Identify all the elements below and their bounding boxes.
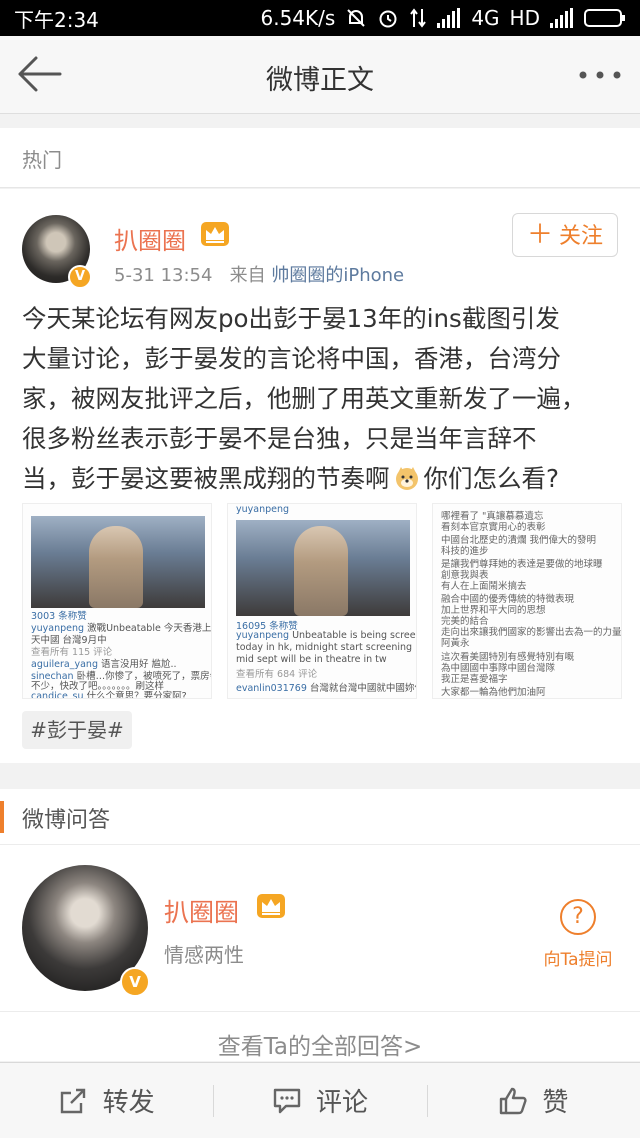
comment-text: 什么个意思？要分家阿? [86, 691, 187, 699]
post-text-line: 家，被网友批评之后，他删了用英文重新发了一遍， [22, 384, 586, 413]
qa-description: 情感两性 [164, 943, 244, 967]
weibo-qa-section: 微博问答 V 扒圈圈 情感两性 ? 向Ta提问 查看Ta的全部回答> [0, 789, 640, 1061]
repost-button[interactable]: 转发 [0, 1063, 213, 1138]
nav-bar: 微博正文 [0, 36, 640, 114]
post-username[interactable]: 扒圈圈 [114, 221, 186, 256]
post-text-line: 今天某论坛有网友po出彭于晏13年的ins截图引发 [22, 304, 560, 333]
comment-button[interactable]: 评论 [213, 1063, 426, 1138]
image-caption-text: Unbeatable is being screened [292, 630, 416, 641]
image-header-user: yuyanpeng [236, 504, 290, 515]
repost-icon [60, 1088, 85, 1113]
post-text-line: 大量讨论，彭于晏发的言论将中国，香港，台湾分 [22, 344, 561, 373]
crown-icon [201, 222, 229, 246]
thumbs-up-icon [500, 1087, 527, 1114]
page-title: 微博正文 [266, 65, 374, 96]
post-meta: 5-31 13:54 来自 帅圈圈的iPhone [114, 261, 404, 287]
signal-icon-2 [550, 8, 573, 28]
section-accent-bar [0, 801, 4, 833]
person-figure [294, 526, 348, 616]
topic-tag[interactable]: #彭于晏# [22, 711, 132, 749]
image-caption-user: yuyanpeng [236, 630, 290, 641]
status-bar: 下午2:34 6.54K/s 4G HD [0, 0, 640, 36]
post-text: 今天某论坛有网友po出彭于晏13年的ins截图引发 大量讨论，彭于晏发的言论将中… [22, 299, 622, 499]
repost-label: 转发 [102, 1088, 155, 1118]
battery-icon [584, 9, 625, 27]
signal-icon [437, 8, 461, 28]
post-text-segment: 当，彭于晏这要被黑成翔的节奏啊 [22, 464, 390, 493]
comment-text: 台灣就台灣中國就中國妳什麼 [309, 683, 416, 694]
network-type: 4G [471, 6, 500, 30]
comment-user: candice_su [31, 691, 84, 699]
image-view-comments: 查看所有 684 评论 [236, 669, 318, 680]
post-image[interactable]: 3003 条称赞 yuyanpeng 激戰Unbeatable 今天香港上映 明… [22, 503, 212, 699]
follow-button[interactable]: ＋关注 [512, 213, 618, 257]
qa-section-header: 微博问答 [0, 789, 640, 845]
plus-icon: ＋ [526, 220, 553, 250]
follow-label: 关注 [559, 224, 604, 249]
post-source[interactable]: 帅圈圈的iPhone [271, 265, 404, 286]
ask-label: 向Ta提问 [543, 950, 613, 970]
hot-label: 热门 [22, 148, 62, 172]
post-text-segment: 你们怎么看? [423, 464, 560, 493]
question-mark-icon: ? [560, 899, 596, 935]
verified-badge: V [68, 265, 92, 289]
comment-label: 评论 [315, 1088, 368, 1118]
weibo-post: V 扒圈圈 5-31 13:54 来自 帅圈圈的iPhone ＋关注 今天某论坛… [0, 189, 640, 763]
image-text-line: 看刻本官京實用心的表彰 [441, 522, 546, 533]
comment-user: evanlin031769 [236, 683, 307, 694]
post-image[interactable]: 哪裡看了 "真讓慕慕遺忘 看刻本官京實用心的表彰 中國台北歷史的潰爛 我們偉大的… [432, 503, 622, 699]
ask-question-button[interactable]: ? 向Ta提问 [536, 899, 620, 970]
hot-section-header: 热门 [0, 128, 640, 188]
like-label: 赞 [542, 1088, 569, 1118]
image-caption-2: today in hk, midnight start screening in… [236, 642, 416, 653]
hd-indicator: HD [509, 6, 540, 30]
person-figure [89, 526, 143, 608]
alarm-clock-icon [379, 10, 397, 28]
mute-bell-icon [347, 9, 366, 27]
verified-badge: V [120, 967, 150, 997]
image-comment: evanlin031769 台灣就台灣中國就中國妳什麼 [236, 680, 416, 694]
image-text-line: 科技的進步 [441, 546, 489, 557]
data-arrows-icon [410, 8, 427, 28]
divider [0, 1011, 640, 1012]
bottom-action-bar: 转发 评论 赞 [0, 1062, 640, 1138]
see-all-answers-link[interactable]: 查看Ta的全部回答> [0, 1027, 640, 1061]
image-text-line: 阿黃永 [441, 638, 470, 649]
qa-username[interactable]: 扒圈圈 [164, 893, 239, 929]
image-text-line: 我正是喜愛福字 [441, 674, 508, 685]
doge-emoji-icon [395, 467, 418, 490]
status-time: 下午2:34 [14, 7, 99, 32]
post-source-prefix: 来自 [229, 265, 266, 286]
crown-icon [257, 894, 285, 918]
post-images: 3003 条称赞 yuyanpeng 激戰Unbeatable 今天香港上映 明… [22, 503, 622, 699]
more-dots-icon[interactable] [578, 70, 622, 80]
network-speed: 6.54K/s [260, 6, 336, 30]
post-text-line: 很多粉丝表示彭于晏不是台独，只是当年言辞不 [22, 424, 537, 453]
qa-section-title: 微博问答 [22, 808, 111, 833]
image-caption-3: mid sept will be in theatre in tw [236, 654, 387, 665]
image-text-line: 大家都一輪為他們加油阿 [441, 687, 546, 698]
post-text-line: 当，彭于晏这要被黑成翔的节奏啊 你们怎么看? [22, 459, 622, 499]
image-text-line: 有人在上面鬧米搞去 [441, 581, 527, 592]
like-button[interactable]: 赞 [426, 1063, 640, 1138]
post-time: 5-31 13:54 [114, 265, 213, 286]
post-image[interactable]: yuyanpeng 16095 条称赞 yuyanpeng Unbeatable… [227, 503, 417, 699]
image-comment: candice_su 什么个意思？要分家阿? [31, 688, 187, 699]
comment-icon [273, 1088, 301, 1113]
image-caption: yuyanpeng Unbeatable is being screened [236, 630, 416, 641]
